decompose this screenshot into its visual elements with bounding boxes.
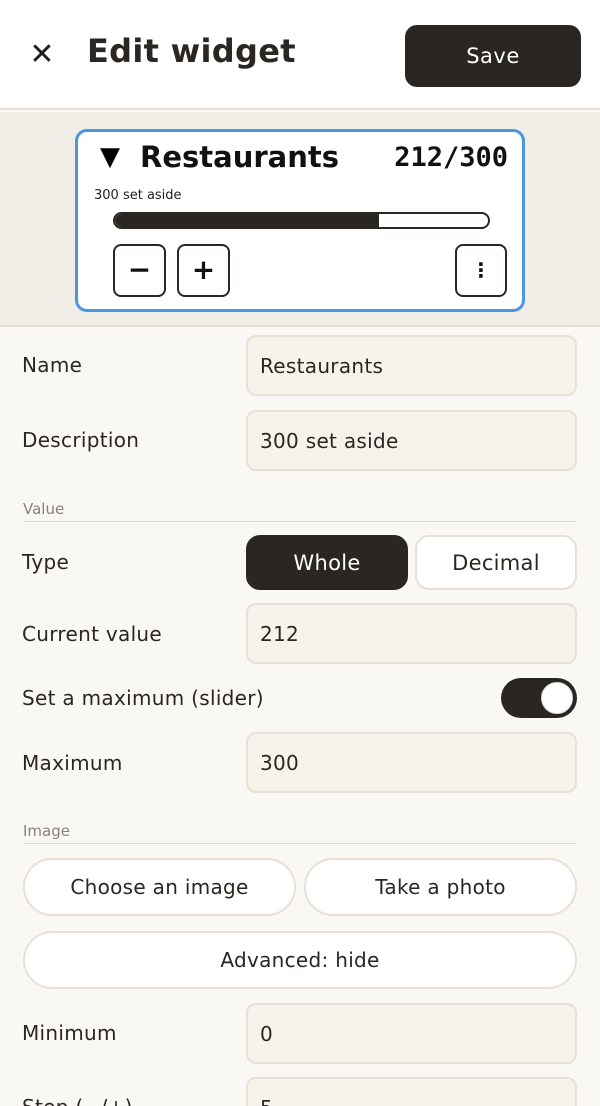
minimum-field[interactable] [246, 1003, 577, 1064]
type-decimal-button[interactable]: Decimal [415, 535, 577, 590]
progress-fill [115, 214, 379, 227]
current-value-field[interactable] [246, 603, 577, 664]
more-options-icon[interactable]: ⋮ [455, 244, 507, 297]
close-icon[interactable]: ✕ [26, 38, 58, 72]
decrement-button[interactable]: − [113, 244, 166, 297]
name-label: Name [22, 353, 83, 377]
current-value-label: Current value [22, 622, 163, 646]
take-photo-button[interactable]: Take a photo [304, 858, 577, 916]
maximum-field[interactable] [246, 732, 577, 793]
step-field[interactable] [246, 1077, 577, 1106]
page-title: Edit widget [87, 32, 296, 70]
description-label: Description [22, 428, 140, 452]
step-label: Step (−/+) [22, 1095, 133, 1106]
collapse-arrow-icon[interactable]: ▼ [100, 142, 120, 172]
type-whole-button[interactable]: Whole [246, 535, 408, 590]
maximum-label: Maximum [22, 751, 123, 775]
header: ✕ Edit widget Save [0, 0, 600, 110]
image-section-heading: Image [23, 822, 577, 844]
type-label: Type [22, 550, 70, 574]
advanced-toggle-button[interactable]: Advanced: hide [23, 931, 577, 989]
widget-count: 212/300 [394, 142, 508, 173]
widget-description: 300 set aside [94, 188, 182, 203]
widget-title: Restaurants [140, 140, 339, 174]
max-toggle-label: Set a maximum (slider) [22, 686, 264, 710]
choose-image-button[interactable]: Choose an image [23, 858, 296, 916]
toggle-knob [541, 682, 573, 714]
widget-card[interactable]: ▼ Restaurants 212/300 300 set aside − + … [75, 129, 525, 312]
widget-preview-area: ▼ Restaurants 212/300 300 set aside − + … [0, 112, 600, 327]
value-section-heading: Value [23, 500, 577, 522]
max-toggle[interactable] [501, 678, 577, 718]
increment-button[interactable]: + [177, 244, 230, 297]
name-field[interactable] [246, 335, 577, 396]
description-field[interactable] [246, 410, 577, 471]
minimum-label: Minimum [22, 1021, 117, 1045]
progress-bar[interactable] [113, 212, 490, 229]
save-button[interactable]: Save [405, 25, 581, 87]
